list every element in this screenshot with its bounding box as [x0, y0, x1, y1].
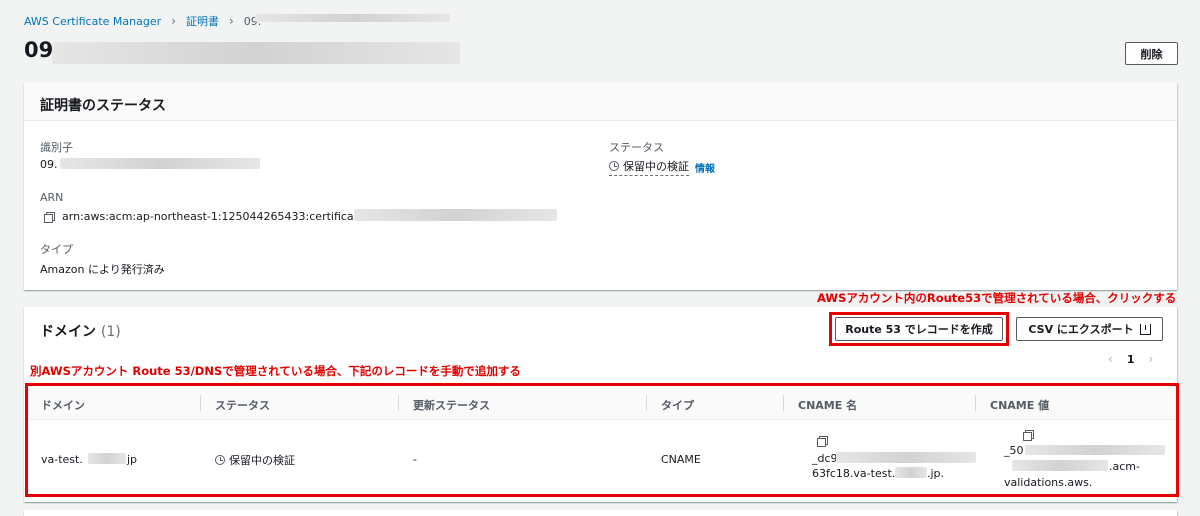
- row-domain-suffix: jp: [127, 453, 138, 466]
- page-number[interactable]: 1: [1127, 353, 1135, 366]
- breadcrumb-service-link[interactable]: AWS Certificate Manager: [24, 15, 161, 28]
- redacted-arn: [354, 209, 557, 221]
- row-cname-value-line2: .acm-: [1109, 460, 1140, 473]
- status-row: 保留中の検証 情報: [609, 158, 715, 176]
- redacted-cname-value: [1025, 445, 1165, 455]
- domain-count: (1): [100, 324, 121, 340]
- status-label: ステータス: [609, 141, 664, 154]
- domain-panel-title-row: ドメイン (1): [40, 321, 121, 341]
- status-indicator: 保留中の検証: [609, 158, 689, 176]
- breadcrumb-certificates-link[interactable]: 証明書: [186, 13, 219, 29]
- redacted-title: [52, 42, 460, 64]
- row-cname-value-line3: validations.aws.: [1004, 476, 1093, 489]
- redacted-domain: [88, 453, 126, 464]
- row-cname-name-line1: _dc9: [812, 452, 838, 465]
- col-renewal-status[interactable]: 更新ステータス: [413, 397, 490, 413]
- row-domain-prefix: va-test.: [41, 453, 83, 466]
- breadcrumb: AWS Certificate Manager › 証明書 › 09.: [24, 13, 261, 29]
- record-table: ドメイン ステータス 更新ステータス タイプ CNAME 名 CNAME 値 v…: [28, 386, 1176, 494]
- arn-label: ARN: [40, 191, 64, 204]
- pending-clock-icon: [215, 455, 225, 465]
- row-type: CNAME: [661, 453, 701, 466]
- row-cname-name-line2: 63fc18.va-test.: [812, 467, 896, 480]
- col-divider: [975, 395, 976, 411]
- redacted-cname-value-2: [1012, 460, 1108, 471]
- copy-icon[interactable]: [1022, 430, 1034, 441]
- chevron-right-icon: ›: [228, 14, 234, 28]
- col-type[interactable]: タイプ: [661, 397, 694, 413]
- export-csv-button[interactable]: CSV にエクスポート: [1016, 317, 1163, 341]
- chevron-right-icon[interactable]: ›: [1148, 352, 1153, 366]
- chevron-left-icon[interactable]: ‹: [1108, 352, 1113, 366]
- copy-icon[interactable]: [817, 436, 828, 447]
- redacted-identifier: [60, 158, 260, 169]
- row-cname-name-line3: .jp.: [927, 467, 945, 480]
- type-label: タイプ: [40, 243, 73, 256]
- row-cname-value-line1: _50: [1004, 444, 1024, 457]
- status-value: 保留中の検証: [623, 160, 689, 173]
- col-cname-value[interactable]: CNAME 値: [990, 397, 1049, 413]
- arn-row: arn:aws:acm:ap-northeast-1:125044265433:…: [44, 210, 386, 223]
- col-divider: [398, 395, 399, 411]
- page-title: 09: [24, 38, 54, 62]
- table-header: ドメイン ステータス 更新ステータス タイプ CNAME 名 CNAME 値: [28, 386, 1176, 420]
- export-csv-label: CSV にエクスポート: [1028, 323, 1134, 336]
- col-divider: [783, 395, 784, 411]
- domain-panel-title: ドメイン: [40, 324, 96, 340]
- row-status-value: 保留中の検証: [229, 454, 295, 467]
- download-icon: [1139, 323, 1151, 335]
- table-row: va-test. jp 保留中の検証 - CNAME _dc9 63fc18.v…: [28, 420, 1176, 494]
- redacted-breadcrumb: [255, 14, 450, 22]
- status-panel-title: 証明書のステータス: [40, 98, 166, 114]
- identifier-value: 09.: [40, 158, 58, 171]
- col-divider: [200, 395, 201, 411]
- arn-value: arn:aws:acm:ap-northeast-1:125044265433:…: [62, 210, 386, 223]
- redacted-cname-name: [836, 452, 976, 463]
- col-status[interactable]: ステータス: [215, 397, 270, 413]
- copy-icon[interactable]: [44, 211, 55, 223]
- chevron-right-icon: ›: [171, 14, 176, 28]
- col-cname-name[interactable]: CNAME 名: [798, 397, 857, 413]
- col-divider: [646, 395, 647, 411]
- pending-clock-icon: [609, 161, 619, 171]
- identifier-label: 識別子: [40, 141, 73, 154]
- create-route53-record-button[interactable]: Route 53 でレコードを作成: [835, 317, 1003, 341]
- delete-button[interactable]: 削除: [1125, 42, 1178, 65]
- row-renewal-status: -: [413, 453, 417, 466]
- annotation-left: 別AWSアカウント Route 53/DNSで管理されている場合、下記のレコード…: [30, 364, 521, 378]
- row-status: 保留中の検証: [215, 452, 295, 468]
- redacted-cname-name-2: [895, 467, 927, 478]
- col-domain[interactable]: ドメイン: [41, 397, 85, 413]
- annotation-top: AWSアカウント内のRoute53で管理されている場合、クリックする: [817, 291, 1177, 305]
- next-panel-edge: [24, 510, 1177, 516]
- certificate-status-panel: 証明書のステータス 識別子 09. ARN arn:aws:acm:ap-nor…: [24, 83, 1177, 290]
- info-link[interactable]: 情報: [695, 160, 715, 175]
- status-panel-header: 証明書のステータス: [24, 83, 1177, 121]
- pagination: ‹ 1 ›: [1108, 352, 1153, 366]
- type-value: Amazon により発行済み: [40, 263, 165, 276]
